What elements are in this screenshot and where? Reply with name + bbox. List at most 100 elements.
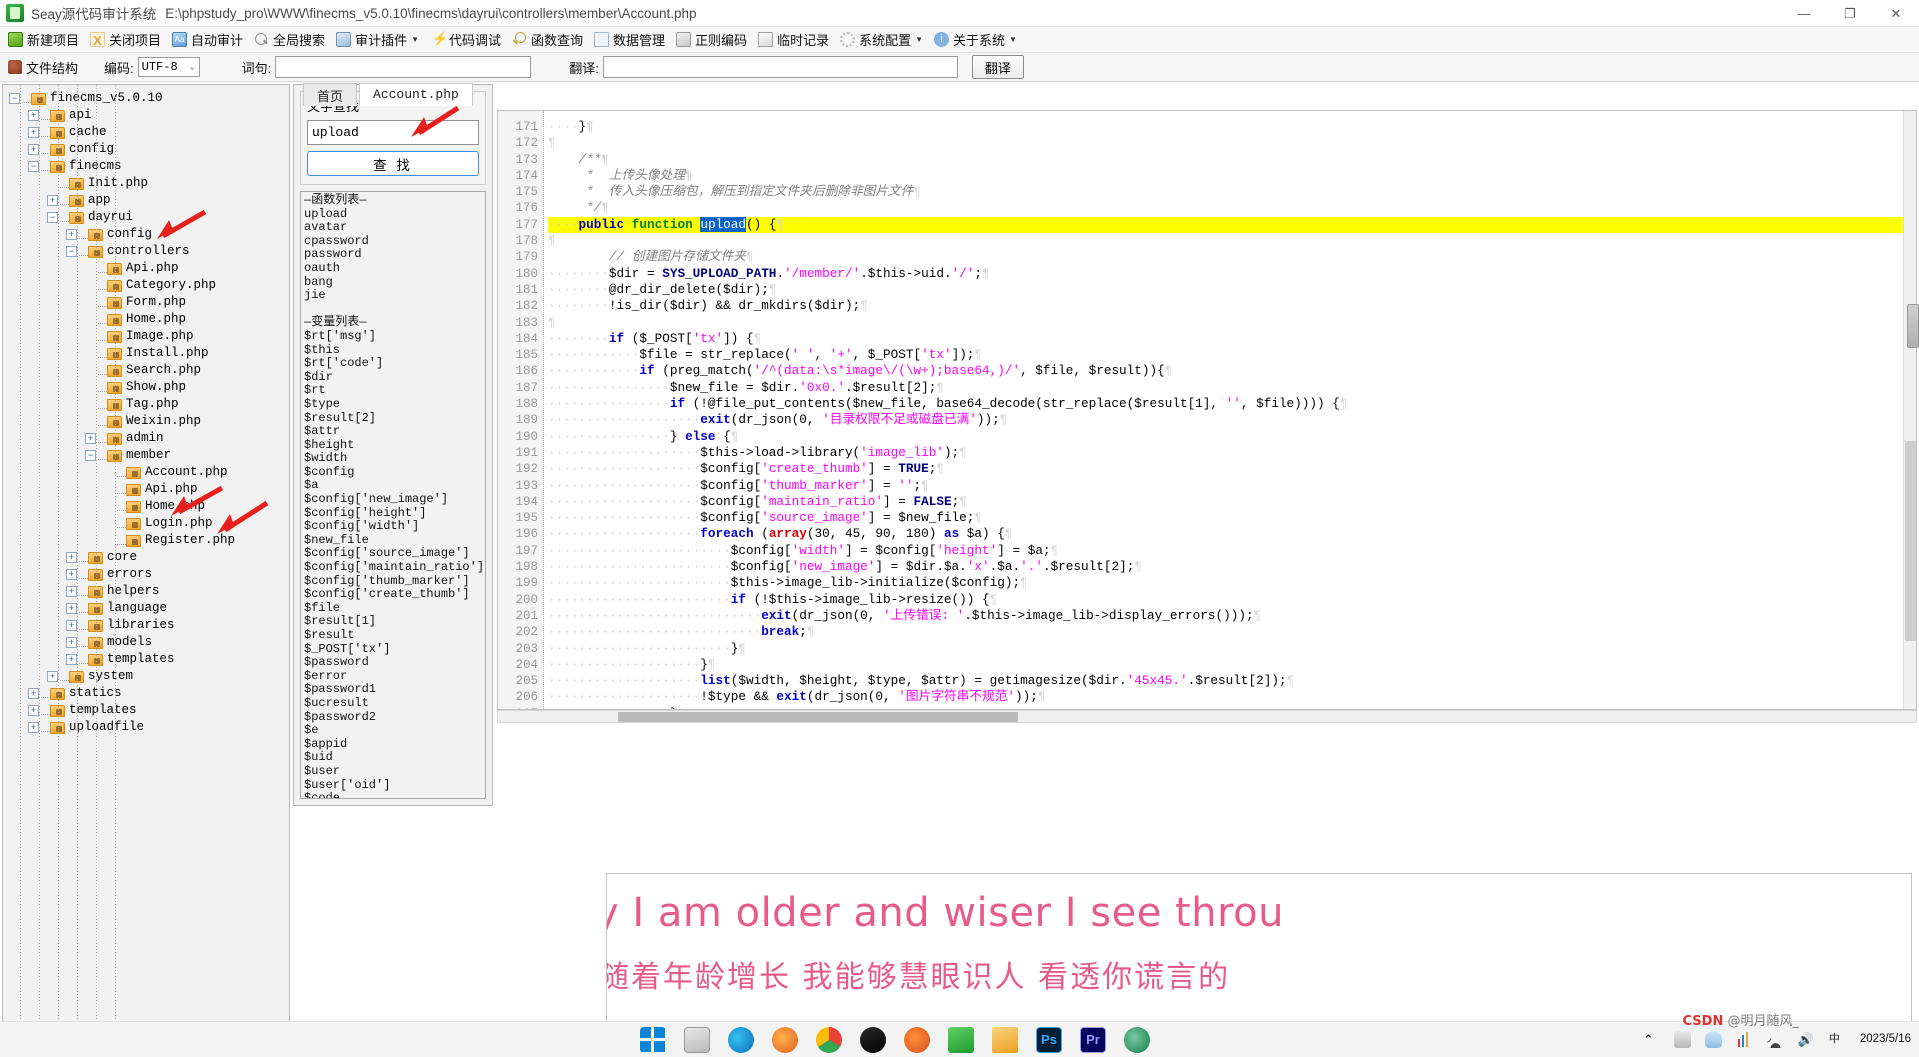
- chevron-down-icon[interactable]: ▼: [915, 35, 923, 44]
- code-line[interactable]: ················$new_file = $dir.'0x0.'.…: [548, 380, 1916, 396]
- translate-button[interactable]: 翻译: [971, 55, 1024, 79]
- tree-node[interactable]: Home.php: [9, 498, 289, 515]
- code-line[interactable]: ····················list($width, $height…: [548, 673, 1916, 689]
- expand-icon[interactable]: +: [66, 569, 77, 580]
- chevron-down-icon[interactable]: ▼: [1009, 35, 1017, 44]
- tree-node[interactable]: − finecms_v5.0.10: [9, 90, 289, 107]
- antivirus-icon[interactable]: [1673, 1031, 1691, 1048]
- code-line[interactable]: ¶: [548, 233, 1916, 249]
- collapse-icon[interactable]: −: [85, 450, 96, 461]
- panel-resize-handle[interactable]: [1907, 304, 1919, 348]
- tree-node[interactable]: + core: [9, 549, 289, 566]
- code-line[interactable]: * 传入头像压缩包，解压到指定文件夹后删除非图片文件¶: [548, 184, 1916, 200]
- tree-node[interactable]: + libraries: [9, 617, 289, 634]
- expand-icon[interactable]: +: [66, 229, 77, 240]
- tree-node[interactable]: + models: [9, 634, 289, 651]
- code-line[interactable]: // 创建图片存储文件夹¶: [548, 249, 1916, 265]
- code-line[interactable]: ····························exit(dr_json…: [548, 608, 1916, 624]
- edge-browser-icon[interactable]: [728, 1026, 754, 1053]
- code-line[interactable]: ····················$this->load->library…: [548, 445, 1916, 461]
- code-line[interactable]: ························$config['width']…: [548, 543, 1916, 559]
- toolbar-code-debug[interactable]: 代码调试: [426, 28, 508, 52]
- code-line[interactable]: ················}¶: [548, 706, 1916, 709]
- toolbar-auto-audit[interactable]: Aa 自动审计: [168, 28, 250, 52]
- toolbar-temp-record[interactable]: 临时记录: [754, 28, 836, 52]
- code-line[interactable]: ····················!$type && exit(dr_js…: [548, 689, 1916, 705]
- code-line[interactable]: ····················$config['source_imag…: [548, 510, 1916, 526]
- windows-start-icon[interactable]: [640, 1026, 666, 1053]
- collapse-icon[interactable]: −: [47, 212, 58, 223]
- vertical-scroll-thumb[interactable]: [1905, 441, 1916, 641]
- power-app-icon[interactable]: [1124, 1026, 1150, 1053]
- code-line[interactable]: ························}¶: [548, 641, 1916, 657]
- code-line[interactable]: ····························break;¶: [548, 624, 1916, 640]
- code-line[interactable]: */¶: [548, 200, 1916, 216]
- code-line[interactable]: /**¶: [548, 152, 1916, 168]
- code-line[interactable]: ····················exit(dr_json(0, '目录权…: [548, 412, 1916, 428]
- tab-account-php[interactable]: Account.php: [359, 83, 473, 106]
- code-text-area[interactable]: ····}¶ ¶ /**¶ * 上传头像处理¶ * 传入头像压缩包，解压到指定文件…: [544, 111, 1916, 709]
- code-line[interactable]: ········!is_dir($dir) && dr_mkdirs($dir)…: [548, 298, 1916, 314]
- code-horizontal-scrollbar[interactable]: [497, 710, 1917, 723]
- code-line[interactable]: ········$dir = SYS_UPLOAD_PATH.'/member/…: [548, 266, 1916, 282]
- close-button[interactable]: ✕: [1873, 0, 1919, 27]
- ime-icon[interactable]: 中: [1829, 1031, 1846, 1048]
- code-line[interactable]: ························if (!$this->imag…: [548, 592, 1916, 608]
- tree-node[interactable]: − controllers: [9, 243, 289, 260]
- tree-node[interactable]: + helpers: [9, 583, 289, 600]
- expand-icon[interactable]: +: [66, 654, 77, 665]
- notepad-icon[interactable]: [948, 1026, 974, 1053]
- wifi-icon[interactable]: ◞: [1766, 1031, 1784, 1048]
- expand-icon[interactable]: +: [66, 586, 77, 597]
- tree-node[interactable]: + system: [9, 668, 289, 685]
- tree-node[interactable]: Login.php: [9, 515, 289, 532]
- code-line[interactable]: ····················foreach (array(30, 4…: [548, 526, 1916, 542]
- horizontal-scroll-thumb[interactable]: [618, 712, 1018, 722]
- tree-node[interactable]: Search.php: [9, 362, 289, 379]
- toolbar-system-config[interactable]: 系统配置 ▼: [836, 28, 930, 52]
- cloud-sync-icon[interactable]: [1704, 1031, 1722, 1048]
- find-results-list[interactable]: —函数列表— upload avatar cpassword password …: [300, 191, 486, 799]
- expand-icon[interactable]: +: [28, 705, 39, 716]
- tree-node[interactable]: + templates: [9, 702, 289, 719]
- find-button[interactable]: 查 找: [307, 151, 479, 176]
- tree-node[interactable]: + uploadfile: [9, 719, 289, 736]
- tree-node[interactable]: Image.php: [9, 328, 289, 345]
- translate-input[interactable]: [602, 56, 958, 78]
- code-line[interactable]: ············$file = str_replace(' ', '+'…: [548, 347, 1916, 363]
- tree-node[interactable]: − dayrui: [9, 209, 289, 226]
- tree-node[interactable]: + app: [9, 192, 289, 209]
- expand-icon[interactable]: +: [28, 144, 39, 155]
- expand-icon[interactable]: +: [85, 433, 96, 444]
- code-editor[interactable]: 171 172 173 174 175 176 177 178 179 180 181 182 183 1…: [497, 110, 1917, 710]
- code-line-highlighted[interactable]: ····public function upload() {¶: [548, 216, 1916, 234]
- find-input[interactable]: [307, 120, 479, 145]
- code-line[interactable]: ················} else {¶: [548, 429, 1916, 445]
- toolbar-regex-encode[interactable]: 正则编码: [672, 28, 754, 52]
- file-explorer-icon[interactable]: [684, 1026, 710, 1053]
- code-line[interactable]: ················if (!@file_put_contents(…: [548, 396, 1916, 412]
- expand-icon[interactable]: +: [47, 671, 58, 682]
- qq-browser-icon[interactable]: [860, 1026, 886, 1053]
- phrase-input[interactable]: [275, 56, 532, 78]
- code-vertical-scrollbar[interactable]: [1903, 111, 1916, 709]
- code-line[interactable]: ¶: [548, 135, 1916, 151]
- toolbar-data-manage[interactable]: 数据管理: [590, 28, 672, 52]
- network-graph-icon[interactable]: [1735, 1031, 1753, 1048]
- code-line[interactable]: ····················$config['thumb_marke…: [548, 478, 1916, 494]
- expand-icon[interactable]: +: [28, 127, 39, 138]
- collapse-icon[interactable]: −: [66, 246, 77, 257]
- expand-icon[interactable]: +: [28, 688, 39, 699]
- code-line[interactable]: ····················$config['maintain_ra…: [548, 494, 1916, 510]
- code-line[interactable]: ············if (preg_match('/^(data:\s*i…: [548, 363, 1916, 379]
- tree-node[interactable]: + templates: [9, 651, 289, 668]
- tree-node[interactable]: − member: [9, 447, 289, 464]
- tree-node[interactable]: Weixin.php: [9, 413, 289, 430]
- code-line[interactable]: ························$this->image_lib…: [548, 575, 1916, 591]
- tree-node[interactable]: + config: [9, 226, 289, 243]
- file-tree[interactable]: − finecms_v5.0.10 + api + cache + config − finecm…: [3, 85, 289, 736]
- expand-icon[interactable]: +: [66, 620, 77, 631]
- photoshop-icon[interactable]: Ps: [1036, 1026, 1062, 1053]
- chrome-icon[interactable]: [816, 1026, 842, 1053]
- volume-icon[interactable]: 🔊: [1798, 1031, 1815, 1048]
